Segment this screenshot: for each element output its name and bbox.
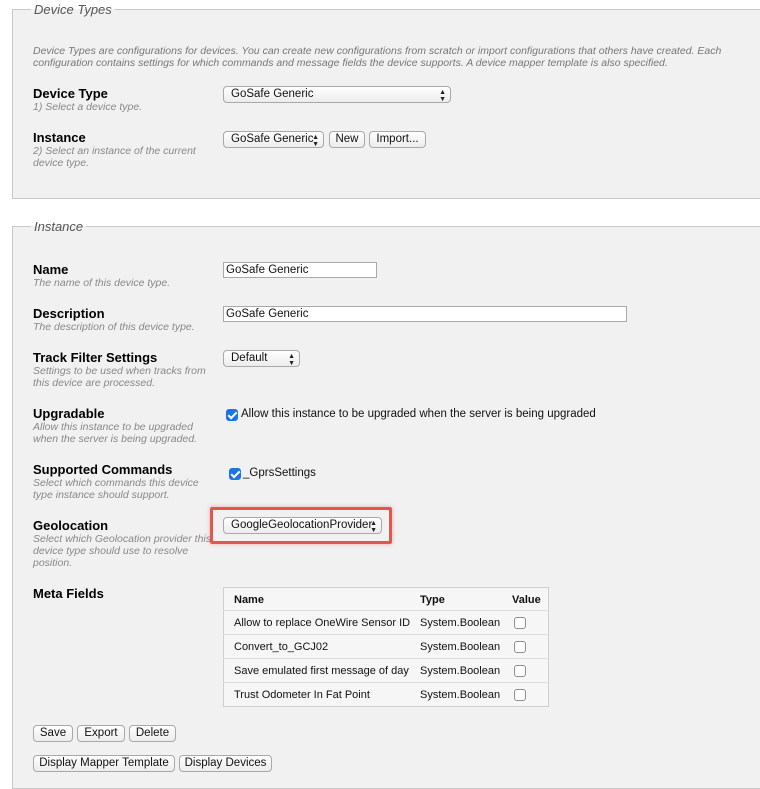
new-instance-button[interactable]: New (329, 131, 365, 148)
command-gprssettings-label: _GprsSettings (243, 467, 316, 479)
meta-fields-table: Name Type Value Allow to replace OneWire… (223, 587, 549, 707)
meta-field-type: System.Boolean (416, 682, 510, 707)
upgradable-hint: Allow this instance to be upgraded when … (33, 421, 198, 445)
save-button[interactable]: Save (33, 725, 73, 742)
table-row: Save emulated first message of day Syste… (223, 658, 549, 683)
table-row: Trust Odometer In Fat Point System.Boole… (223, 682, 549, 707)
track-filter-select[interactable]: Default ▲ ▼ (223, 350, 300, 367)
device-type-select[interactable]: GoSafe Generic ▲ ▼ (223, 86, 451, 103)
up-down-chevron-icon: ▲ ▼ (370, 520, 377, 534)
export-button[interactable]: Export (77, 725, 125, 742)
description-input[interactable]: GoSafe Generic (223, 306, 627, 322)
geolocation-hint: Select which Geolocation provider this d… (33, 533, 212, 569)
meta-field-value-checkbox[interactable] (514, 689, 526, 701)
geolocation-selected: GoogleGeolocationProvider (231, 519, 373, 531)
device-type-hint: 1) Select a device type. (33, 101, 143, 113)
meta-field-type: System.Boolean (416, 634, 510, 659)
name-hint: The name of this device type. (33, 277, 171, 289)
upgradable-label: Upgradable (33, 406, 105, 421)
meta-field-name: Trust Odometer In Fat Point (223, 682, 416, 707)
column-header-name: Name (234, 594, 264, 606)
instance-select-label: Instance (33, 130, 86, 145)
table-row: Convert_to_GCJ02 System.Boolean (223, 634, 549, 659)
description-hint: The description of this device type. (33, 321, 195, 333)
import-button[interactable]: Import... (369, 131, 426, 148)
display-mapper-template-button[interactable]: Display Mapper Template (33, 755, 175, 772)
geolocation-label: Geolocation (33, 518, 109, 533)
geolocation-select[interactable]: GoogleGeolocationProvider ▲ ▼ (223, 517, 382, 534)
track-filter-label: Track Filter Settings (33, 350, 158, 365)
device-types-intro: Device Types are configurations for devi… (33, 45, 722, 69)
device-types-legend: Device Types (34, 2, 112, 17)
display-devices-button[interactable]: Display Devices (179, 755, 272, 772)
device-type-selected: GoSafe Generic (231, 88, 314, 100)
up-down-chevron-icon: ▲ ▼ (288, 353, 295, 367)
meta-field-value-checkbox[interactable] (514, 665, 526, 677)
column-header-value: Value (512, 594, 541, 606)
device-type-label: Device Type (33, 86, 108, 101)
command-gprssettings-checkbox[interactable] (229, 468, 241, 480)
instance-select[interactable]: GoSafe Generic ▲ ▼ (223, 131, 324, 148)
meta-field-value-checkbox[interactable] (514, 641, 526, 653)
instance-select-hint: 2) Select an instance of the current dev… (33, 145, 196, 169)
description-label: Description (33, 306, 105, 321)
meta-field-name: Convert_to_GCJ02 (223, 634, 416, 659)
meta-field-name: Allow to replace OneWire Sensor ID (223, 610, 416, 635)
track-filter-hint: Settings to be used when tracks from thi… (33, 365, 206, 389)
up-down-chevron-icon: ▲ ▼ (439, 89, 446, 103)
upgradable-checkbox[interactable] (226, 409, 238, 421)
instance-selected: GoSafe Generic (231, 133, 314, 145)
name-label: Name (33, 262, 69, 277)
meta-field-type: System.Boolean (416, 610, 510, 635)
supported-commands-hint: Select which commands this device type i… (33, 477, 199, 501)
meta-fields-label: Meta Fields (33, 586, 104, 601)
name-input[interactable]: GoSafe Generic (223, 262, 377, 278)
meta-fields-header-row: Name Type Value (224, 588, 549, 611)
delete-button[interactable]: Delete (129, 725, 176, 742)
meta-field-type: System.Boolean (416, 658, 510, 683)
up-down-chevron-icon: ▲ ▼ (312, 134, 319, 148)
track-filter-selected: Default (231, 352, 268, 364)
upgradable-checkbox-label: Allow this instance to be upgraded when … (241, 408, 596, 420)
meta-field-value-checkbox[interactable] (514, 617, 526, 629)
supported-commands-label: Supported Commands (33, 462, 173, 477)
instance-legend: Instance (34, 219, 84, 234)
meta-field-name: Save emulated first message of day (223, 658, 416, 683)
table-row: Allow to replace OneWire Sensor ID Syste… (223, 610, 549, 635)
column-header-type: Type (420, 594, 445, 606)
